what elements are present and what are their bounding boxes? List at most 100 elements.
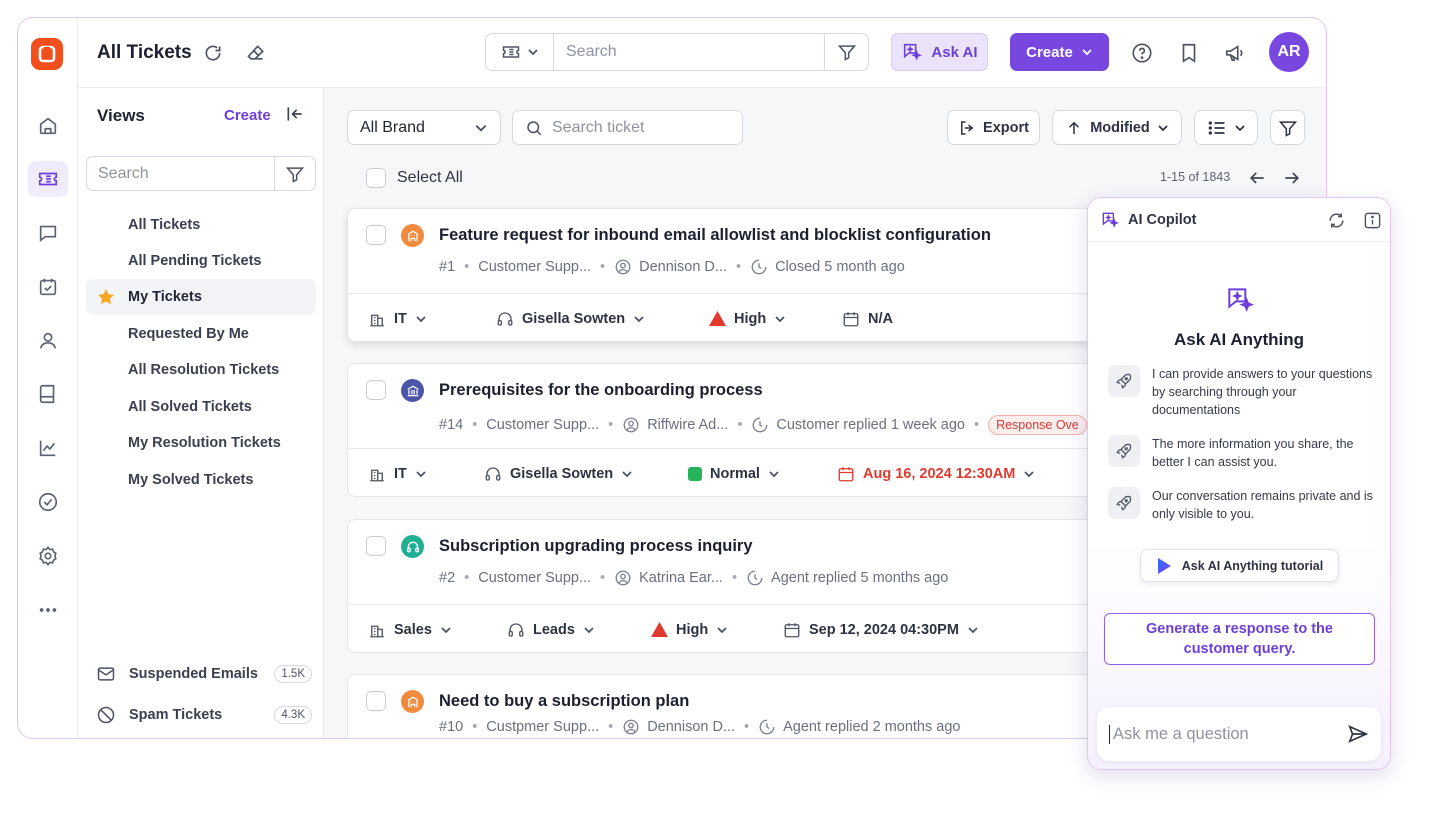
task-icon[interactable] [28, 269, 68, 305]
bookmark-icon[interactable] [1178, 42, 1200, 64]
reports-icon[interactable] [28, 430, 68, 466]
suspended-emails-count: 1.5K [274, 665, 312, 683]
ticket-title[interactable]: Need to buy a subscription plan [439, 692, 689, 711]
info-icon[interactable] [1363, 211, 1382, 230]
view-item-requested-by-me[interactable]: Requested By Me [86, 316, 316, 352]
global-search-input[interactable]: Search [554, 34, 824, 70]
settings-gear-icon[interactable] [28, 538, 68, 574]
rocket-icon [1108, 435, 1140, 467]
copilot-question-input[interactable]: Ask me a question [1109, 724, 1347, 744]
create-view-link[interactable]: Create [224, 107, 271, 124]
copilot-heading: Ask AI Anything [1173, 330, 1305, 349]
ticket-checkbox[interactable] [366, 380, 386, 400]
due-date[interactable]: Sep 12, 2024 04:30PM [783, 621, 979, 639]
ticket-contact: Dennison D... [647, 719, 736, 735]
calendar-icon [843, 311, 859, 326]
help-icon[interactable] [1131, 42, 1153, 64]
sla-badge: Response Ove [988, 415, 1087, 435]
view-item-all-solved-tickets[interactable]: All Solved Tickets [86, 389, 316, 425]
refresh-icon[interactable] [202, 42, 224, 64]
suspended-emails-item[interactable]: Suspended Emails 1.5K [96, 659, 312, 689]
department-select[interactable]: Sales [368, 621, 452, 639]
view-item-my-solved-tickets[interactable]: My Solved Tickets [86, 462, 316, 498]
ticket-icon[interactable] [28, 161, 68, 197]
rocket-icon [1108, 365, 1140, 397]
ticket-checkbox[interactable] [366, 536, 386, 556]
priority-select[interactable]: High [651, 622, 728, 638]
agent-select[interactable]: Leads [507, 621, 595, 639]
ticket-contact: Dennison D... [639, 259, 727, 275]
select-all-label: Select All [397, 169, 463, 186]
ticket-title[interactable]: Prerequisites for the onboarding process [439, 381, 763, 400]
collapse-panel-icon[interactable] [285, 104, 305, 124]
due-date[interactable]: N/A [842, 310, 893, 328]
select-all-checkbox[interactable] [366, 168, 386, 188]
clock-icon [750, 258, 768, 276]
arrow-left-icon[interactable] [1247, 168, 1267, 188]
chevron-down-icon [717, 626, 727, 633]
chat-icon[interactable] [28, 215, 68, 251]
views-search-input[interactable]: Search [87, 157, 274, 190]
ticket-title[interactable]: Subscription upgrading process inquiry [439, 537, 753, 556]
calendar-icon [784, 622, 800, 637]
create-button[interactable]: Create [1010, 33, 1109, 71]
send-icon[interactable] [1347, 723, 1369, 745]
tutorial-button[interactable]: Ask AI Anything tutorial [1140, 549, 1339, 582]
brand-logo[interactable] [31, 38, 63, 70]
ticket-icon [502, 46, 519, 58]
chevron-down-icon [527, 49, 538, 56]
sort-button[interactable]: Modified [1052, 110, 1182, 145]
more-icon[interactable] [28, 592, 68, 628]
layout-toggle-button[interactable] [1194, 110, 1258, 145]
department-value: IT [394, 465, 407, 482]
spam-tickets-count: 4.3K [274, 706, 312, 724]
ticket-title[interactable]: Feature request for inbound email allowl… [439, 226, 991, 245]
filter-icon[interactable] [824, 34, 868, 70]
knowledge-base-icon[interactable] [28, 376, 68, 412]
ticket-checkbox[interactable] [366, 225, 386, 245]
tutorial-label: Ask AI Anything tutorial [1181, 558, 1324, 573]
user-circle-icon [614, 258, 632, 276]
due-date[interactable]: Aug 16, 2024 12:30AM [837, 465, 1035, 483]
ticket-search-input[interactable]: Search ticket [512, 110, 743, 145]
contacts-icon[interactable] [28, 323, 68, 359]
announcement-icon[interactable] [1224, 42, 1246, 64]
copilot-tip-text: The more information you share, the bett… [1152, 437, 1354, 469]
agent-select[interactable]: Gisella Sowten [484, 465, 633, 483]
rocket-icon [1108, 487, 1140, 519]
priority-value: Normal [710, 465, 760, 482]
agent-select[interactable]: Gisella Sowten [496, 310, 645, 328]
eraser-icon[interactable] [245, 42, 267, 64]
spam-tickets-item[interactable]: Spam Tickets 4.3K [96, 700, 312, 730]
generate-response-button[interactable]: Generate a response to the customer quer… [1104, 613, 1375, 665]
refresh-icon[interactable] [1327, 211, 1346, 230]
ticket-checkbox[interactable] [366, 691, 386, 711]
view-item-all-resolution-tickets[interactable]: All Resolution Tickets [86, 352, 316, 388]
priority-select[interactable]: Normal [688, 466, 780, 482]
priority-select[interactable]: High [709, 311, 786, 327]
ticket-status: Closed 5 month ago [775, 259, 905, 275]
user-circle-icon [622, 416, 640, 434]
department-select[interactable]: IT [368, 310, 427, 328]
home-icon[interactable] [28, 108, 68, 144]
view-item-all-pending-tickets[interactable]: All Pending Tickets [86, 243, 316, 279]
top-bar: All Tickets Search Ask AI Create AR [78, 18, 1326, 88]
ticket-meta: #2 • Customer Supp... • Katrina Ear... •… [439, 570, 949, 586]
ask-ai-label: Ask AI [931, 43, 978, 61]
select-all[interactable]: Select All [366, 168, 463, 188]
ask-ai-button[interactable]: Ask AI [891, 33, 988, 71]
search-type-select[interactable] [486, 34, 554, 70]
arrow-right-icon[interactable] [1282, 168, 1302, 188]
brand-select[interactable]: All Brand [347, 110, 501, 145]
chevron-down-icon [475, 124, 487, 132]
approvals-icon[interactable] [28, 484, 68, 520]
view-item-my-tickets[interactable]: My Tickets [86, 279, 316, 315]
view-item-my-resolution-tickets[interactable]: My Resolution Tickets [86, 425, 316, 461]
filter-icon[interactable] [274, 157, 315, 190]
view-item-all-tickets[interactable]: All Tickets [86, 207, 316, 243]
filter-icon[interactable] [1270, 110, 1305, 145]
department-value: IT [394, 310, 407, 327]
department-select[interactable]: IT [368, 465, 427, 483]
export-button[interactable]: Export [947, 110, 1040, 145]
user-avatar[interactable]: AR [1269, 32, 1309, 72]
